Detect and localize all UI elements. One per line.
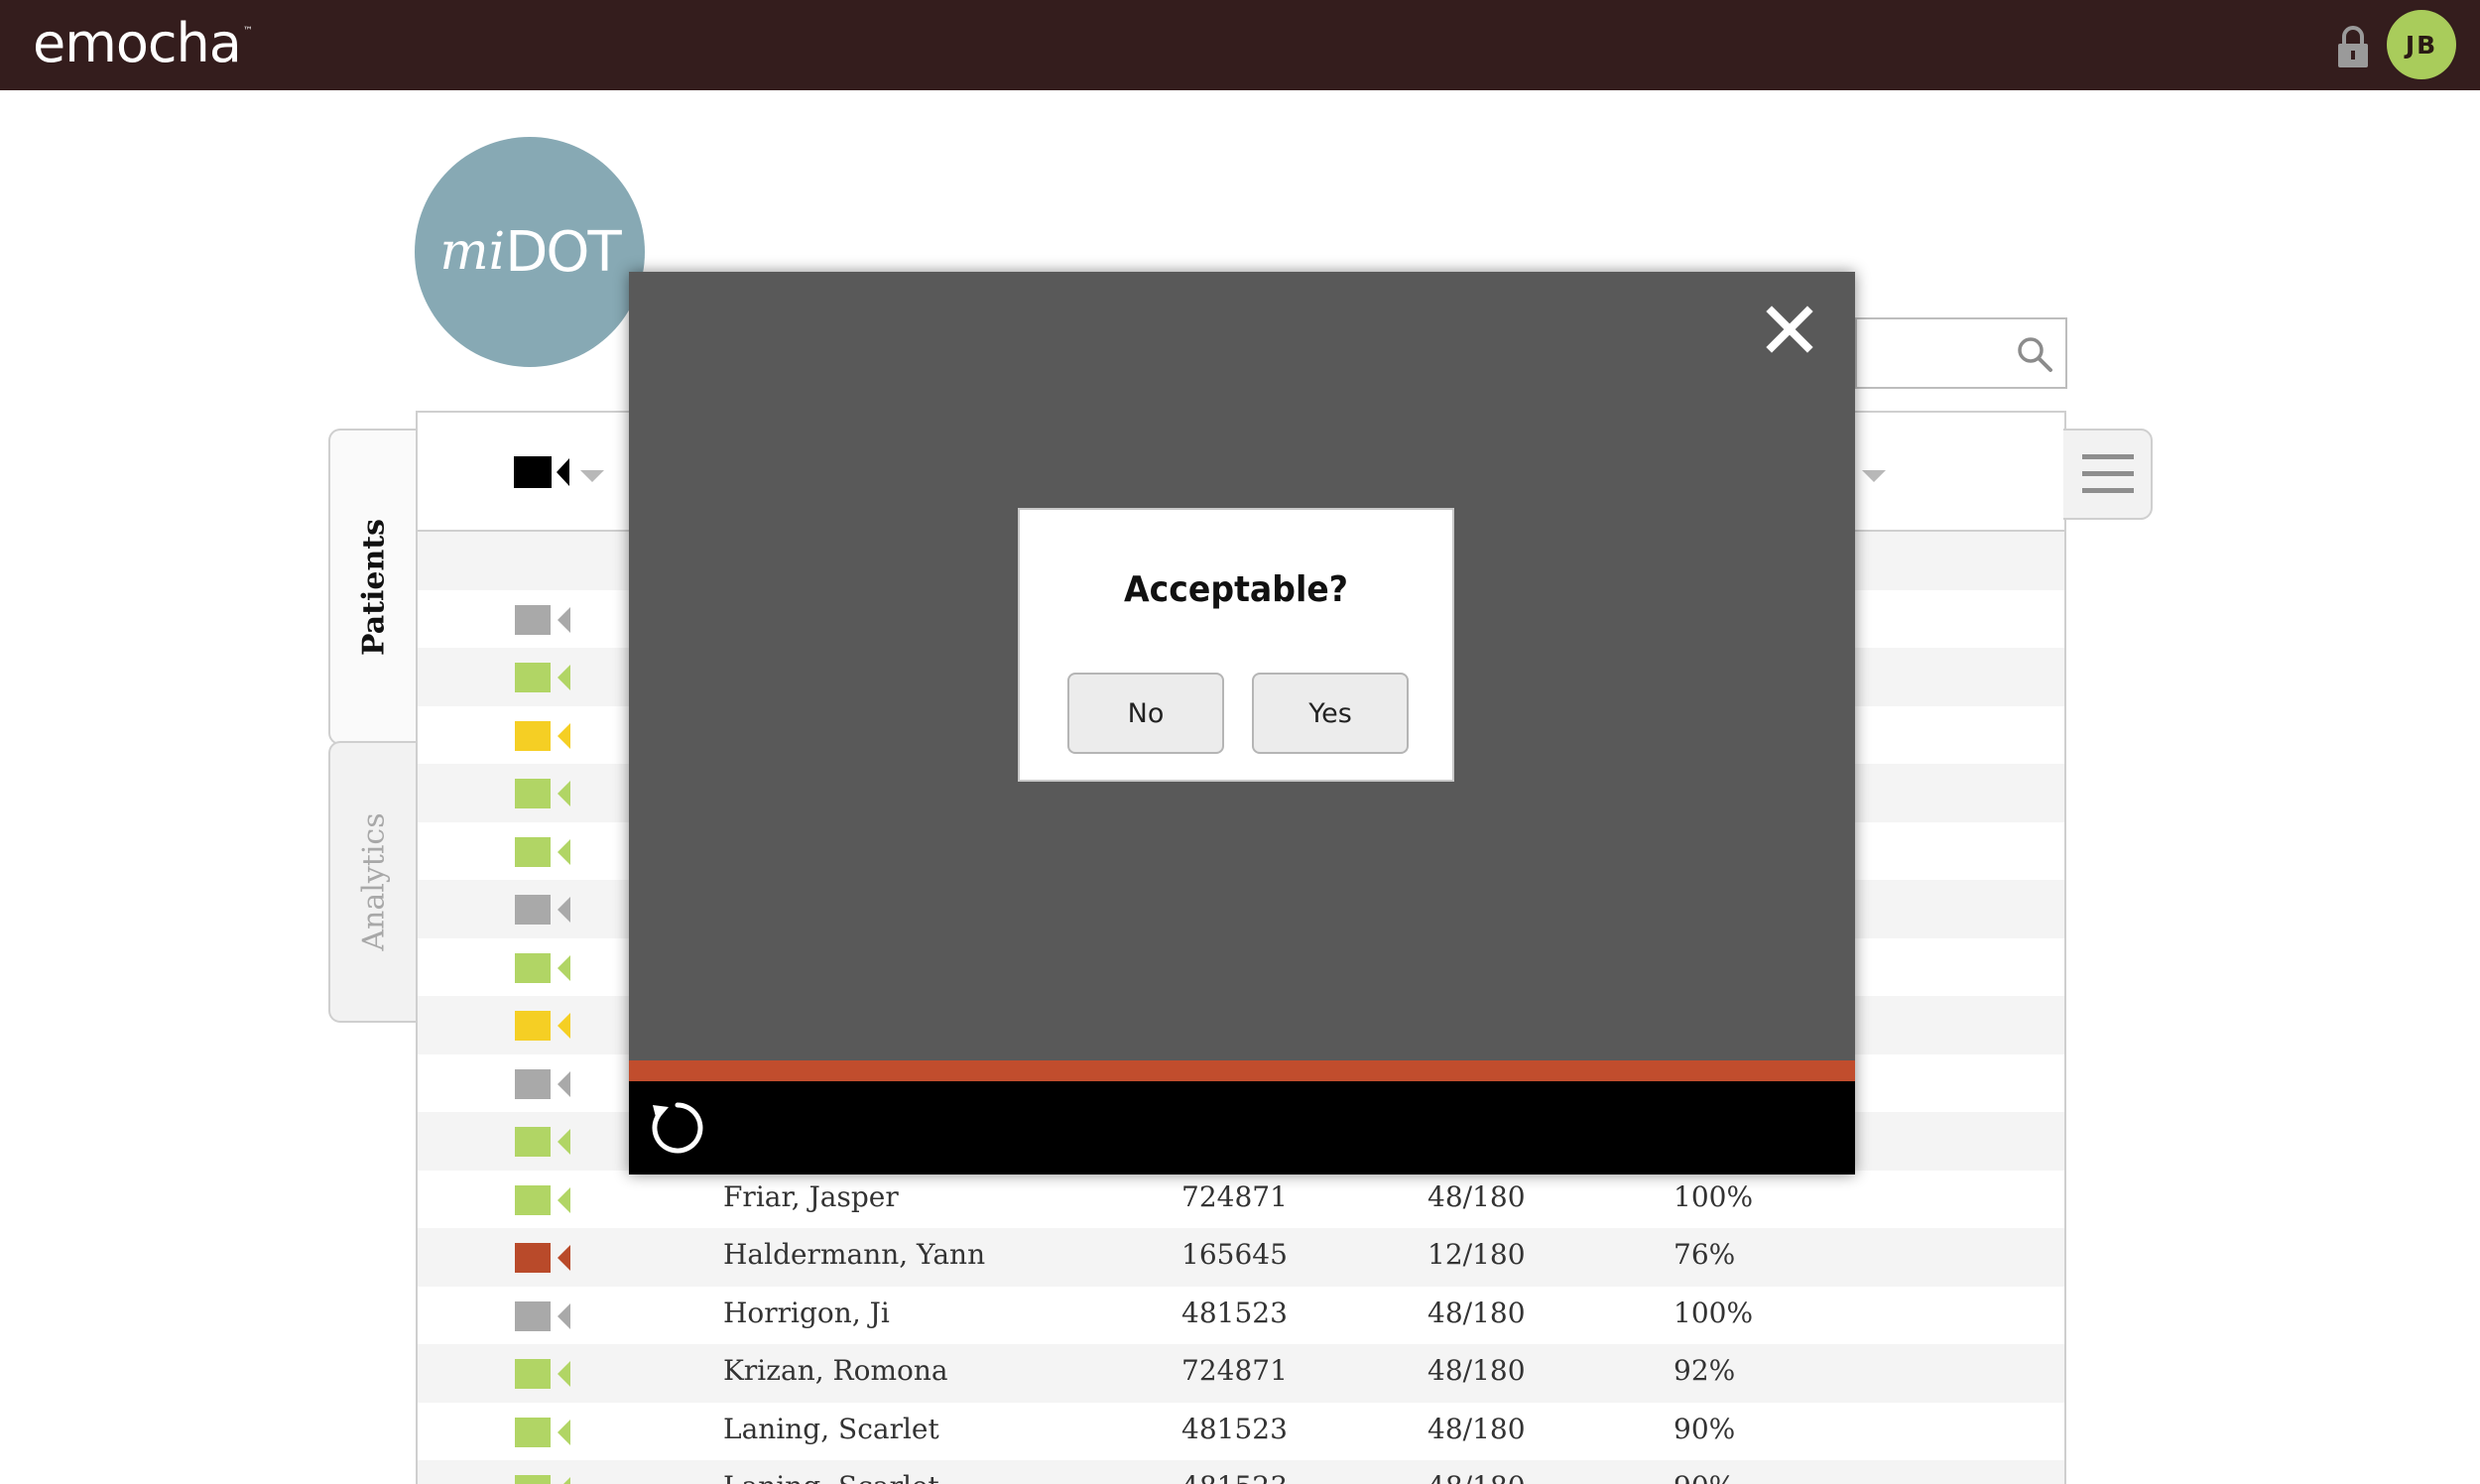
- table-row[interactable]: Laning, Scarlet 481523 48/180 90%: [418, 1403, 2064, 1461]
- dose-count: 48/180: [1427, 1296, 1526, 1329]
- logo-text: emocha: [33, 12, 242, 74]
- patient-id: 724871: [1181, 1179, 1288, 1213]
- sort-caret-icon[interactable]: [580, 470, 604, 482]
- video-status-icon[interactable]: [515, 836, 570, 869]
- patient-name: Haldermann, Yann: [723, 1238, 986, 1271]
- video-camera-icon[interactable]: [514, 456, 569, 488]
- adherence-percent: 100%: [1674, 1179, 1754, 1213]
- video-status-icon[interactable]: [515, 1243, 570, 1275]
- video-review-modal: Acceptable? No Yes: [629, 272, 1855, 1175]
- patient-name: Horrigon, Ji: [723, 1296, 890, 1329]
- patient-name: Friar, Jasper: [723, 1179, 899, 1213]
- video-status-icon[interactable]: [515, 1359, 570, 1391]
- replay-icon[interactable]: [647, 1097, 708, 1159]
- search-input[interactable]: [1867, 319, 2020, 381]
- lock-icon[interactable]: [2336, 26, 2370, 67]
- table-row[interactable]: Haldermann, Yann 165645 12/180 76%: [418, 1228, 2064, 1287]
- hamburger-line: [2082, 471, 2134, 476]
- adherence-percent: 100%: [1674, 1296, 1754, 1329]
- user-avatar[interactable]: JB: [2387, 10, 2456, 79]
- dose-count: 48/180: [1427, 1179, 1526, 1213]
- video-status-icon[interactable]: [515, 779, 570, 810]
- table-row[interactable]: Horrigon, Ji 481523 48/180 100%: [418, 1287, 2064, 1345]
- search-icon[interactable]: [2016, 335, 2053, 373]
- table-row[interactable]: Krizan, Romona 724871 48/180 92%: [418, 1344, 2064, 1403]
- video-status-icon[interactable]: [515, 952, 570, 985]
- patient-id: 165645: [1181, 1238, 1288, 1271]
- table-row[interactable]: Laning, Scarlet48152348/18090%: [418, 1460, 2064, 1484]
- patient-name: Krizan, Romona: [723, 1354, 948, 1387]
- yes-button[interactable]: Yes: [1252, 673, 1409, 754]
- patient-id: 481523: [1181, 1296, 1288, 1329]
- acceptable-dialog: Acceptable? No Yes: [1018, 508, 1454, 782]
- emocha-logo[interactable]: emocha ™: [33, 12, 253, 74]
- video-status-icon[interactable]: [515, 604, 570, 637]
- dose-count: 12/180: [1427, 1238, 1526, 1271]
- patient-id: 724871: [1181, 1354, 1288, 1387]
- dialog-title: Acceptable?: [1123, 569, 1348, 610]
- top-bar: emocha ™ JB: [0, 0, 2480, 90]
- no-button[interactable]: No: [1067, 673, 1224, 754]
- dose-count: 48/180: [1427, 1412, 1526, 1445]
- adherence-percent: 92%: [1674, 1354, 1736, 1387]
- badge-dot: DOT: [505, 219, 621, 285]
- patient-name: Laning, Scarlet: [723, 1412, 939, 1445]
- patient-id: 481523: [1181, 1412, 1288, 1445]
- badge-mi: mi: [439, 222, 506, 282]
- video-status-icon[interactable]: [515, 663, 570, 694]
- midot-badge: mi DOT: [415, 137, 645, 367]
- logo-trademark: ™: [242, 26, 253, 37]
- tab-analytics[interactable]: Analytics: [328, 741, 418, 1023]
- video-controls: [629, 1081, 1855, 1175]
- search-box: [1855, 317, 2067, 389]
- video-status-icon[interactable]: [515, 1127, 570, 1159]
- table-row[interactable]: Friar, Jasper 724871 48/180 100%: [418, 1171, 2064, 1229]
- hamburger-line: [2082, 454, 2134, 459]
- tab-patients-label: Patients: [356, 518, 392, 656]
- tab-analytics-label: Analytics: [356, 812, 392, 951]
- menu-button[interactable]: [2063, 429, 2153, 520]
- video-status-icon[interactable]: [515, 895, 570, 927]
- sort-caret-icon[interactable]: [1862, 470, 1886, 482]
- video-status-icon[interactable]: [515, 1475, 570, 1484]
- video-status-icon[interactable]: [515, 720, 570, 753]
- dose-count: 48/180: [1427, 1354, 1526, 1387]
- video-status-icon[interactable]: [515, 1184, 570, 1217]
- video-status-icon[interactable]: [515, 1300, 570, 1333]
- video-status-icon[interactable]: [515, 1011, 570, 1043]
- video-progress-bar[interactable]: [629, 1060, 1855, 1081]
- tab-patients[interactable]: Patients: [328, 429, 418, 745]
- hamburger-line: [2082, 488, 2134, 493]
- close-icon[interactable]: [1766, 306, 1813, 353]
- adherence-percent: 90%: [1674, 1412, 1736, 1445]
- video-status-icon[interactable]: [515, 1417, 570, 1449]
- adherence-percent: 76%: [1674, 1238, 1736, 1271]
- video-status-icon[interactable]: [515, 1068, 570, 1101]
